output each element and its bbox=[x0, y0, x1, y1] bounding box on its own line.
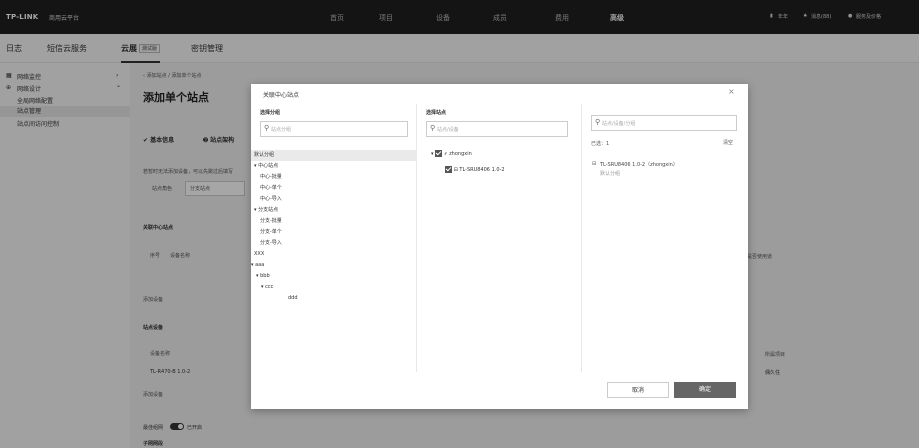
group-item[interactable]: XXX bbox=[251, 249, 417, 260]
close-icon[interactable]: × bbox=[728, 87, 735, 96]
site-search-placeholder: 站点/设备 bbox=[437, 127, 459, 133]
device-checkbox[interactable] bbox=[445, 166, 452, 173]
search-icon: ⚲ bbox=[595, 118, 601, 126]
selected-device: TL-SRU8406 1.0-2（zhongxin） bbox=[600, 162, 678, 168]
search-icon: ⚲ bbox=[264, 124, 270, 132]
site-column-header: 选择站点 bbox=[426, 110, 447, 116]
group-item[interactable]: 中心-单个 bbox=[251, 183, 417, 194]
network-icon: ⸙ bbox=[443, 151, 448, 157]
group-search-placeholder: 站点分组 bbox=[271, 127, 292, 133]
router-icon: ⊟ bbox=[592, 161, 597, 167]
clear-button[interactable]: 清空 bbox=[723, 139, 733, 146]
group-item[interactable]: ▾ 中心站点 bbox=[251, 161, 417, 172]
site-checkbox[interactable] bbox=[435, 150, 443, 157]
group-item[interactable]: ▾ bbb bbox=[251, 271, 417, 282]
device-tree-node[interactable]: ⊟ TL-SRU8406 1.0-2 bbox=[445, 165, 575, 176]
cancel-button[interactable]: 取消 bbox=[607, 382, 669, 398]
device-name: TL-SRU8406 1.0-2 bbox=[459, 167, 505, 173]
group-item[interactable]: 默认分组 bbox=[251, 150, 417, 161]
group-item[interactable]: ▾ ccc bbox=[251, 282, 417, 293]
caret-down-icon[interactable]: ▾ bbox=[431, 151, 434, 157]
selected-count: 已选：1 bbox=[591, 141, 610, 147]
selected-column: ⚲ 站点/设备/分组 已选：1 清空 ⊟ TL-SRU8406 1.0-2（zh… bbox=[582, 104, 748, 372]
group-item[interactable]: 中心-批量 bbox=[251, 172, 417, 183]
selected-device-group: 默认分组 bbox=[600, 171, 621, 177]
search-icon: ⚲ bbox=[430, 124, 436, 132]
group-item[interactable]: ddd bbox=[251, 293, 417, 304]
group-item[interactable]: 中心-导入 bbox=[251, 194, 417, 205]
group-item[interactable]: 分支-导入 bbox=[251, 238, 417, 249]
group-search-input[interactable]: ⚲ 站点分组 bbox=[260, 121, 408, 137]
modal-title: 关联中心站点 bbox=[263, 92, 300, 99]
associate-hub-modal: 关联中心站点 × 选择分组 ⚲ 站点分组 默认分组 ▾ 中心站点 中心-批量 中… bbox=[251, 84, 748, 409]
group-item[interactable]: 分支-批量 bbox=[251, 216, 417, 227]
site-tree-node[interactable]: ▾ ⸙ zhongxin bbox=[431, 149, 571, 160]
router-icon: ⊟ bbox=[453, 167, 458, 173]
group-column-header: 选择分组 bbox=[260, 110, 281, 116]
group-column: 选择分组 ⚲ 站点分组 默认分组 ▾ 中心站点 中心-批量 中心-单个 中心-导… bbox=[251, 104, 417, 372]
group-item[interactable]: ▾ aaa bbox=[251, 260, 417, 271]
group-item[interactable]: ▾ 分支站点 bbox=[251, 205, 417, 216]
site-name: zhongxin bbox=[449, 151, 472, 157]
site-column: 选择站点 ⚲ 站点/设备 ▾ ⸙ zhongxin ⊟ TL-SRU8406 1… bbox=[417, 104, 582, 372]
site-search-input[interactable]: ⚲ 站点/设备 bbox=[426, 121, 568, 137]
selected-search-placeholder: 站点/设备/分组 bbox=[602, 121, 636, 127]
group-item[interactable]: 分支-单个 bbox=[251, 227, 417, 238]
ok-button[interactable]: 确定 bbox=[674, 382, 736, 398]
selected-search-input[interactable]: ⚲ 站点/设备/分组 bbox=[591, 115, 737, 131]
